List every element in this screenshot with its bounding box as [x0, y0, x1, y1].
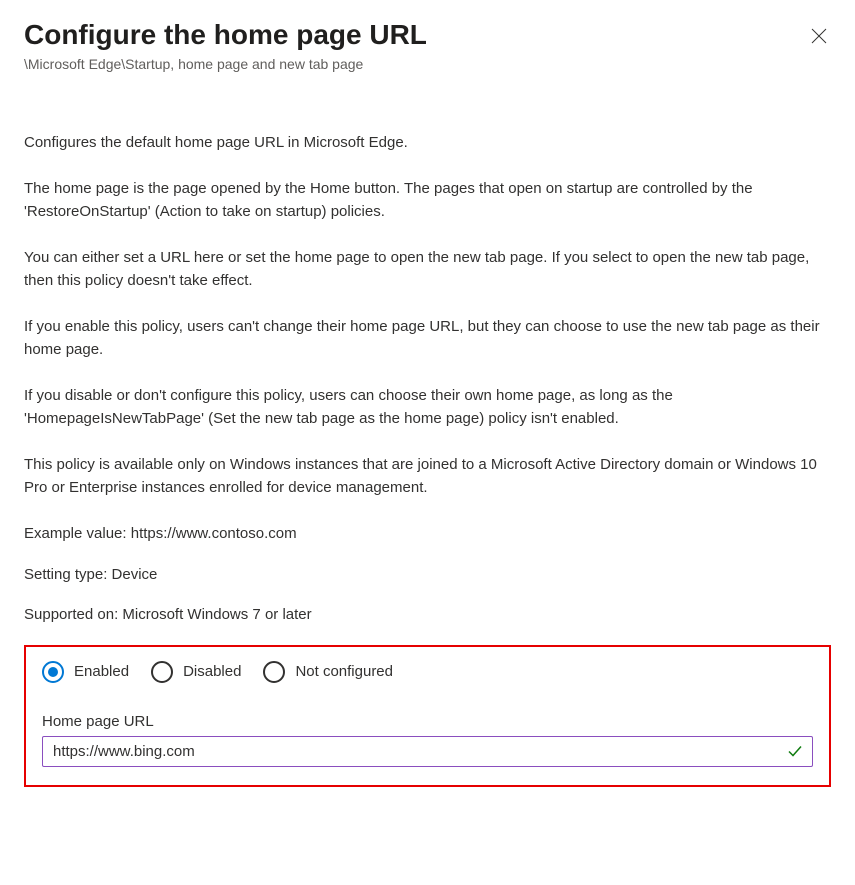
close-button[interactable] — [807, 24, 831, 51]
home-page-url-input-wrapper — [42, 736, 813, 767]
home-page-url-input[interactable] — [42, 736, 813, 767]
radio-not-configured[interactable]: Not configured — [263, 661, 393, 683]
example-value: Example value: https://www.contoso.com — [24, 523, 831, 546]
policy-state-radio-group: Enabled Disabled Not configured — [42, 661, 813, 683]
description-paragraph: This policy is available only on Windows… — [24, 454, 831, 499]
radio-label: Enabled — [74, 663, 129, 680]
page-title: Configure the home page URL — [24, 18, 427, 52]
radio-icon — [42, 661, 64, 683]
description-paragraph: The home page is the page opened by the … — [24, 178, 831, 223]
home-page-url-label: Home page URL — [42, 713, 813, 730]
setting-type: Setting type: Device — [24, 564, 831, 587]
description-paragraph: You can either set a URL here or set the… — [24, 247, 831, 292]
radio-label: Not configured — [295, 663, 393, 680]
breadcrumb: \Microsoft Edge\Startup, home page and n… — [24, 56, 831, 72]
description-paragraph: If you enable this policy, users can't c… — [24, 316, 831, 361]
radio-disabled[interactable]: Disabled — [151, 661, 241, 683]
close-icon — [811, 28, 827, 44]
radio-icon — [151, 661, 173, 683]
radio-dot-icon — [48, 667, 58, 677]
supported-on: Supported on: Microsoft Windows 7 or lat… — [24, 604, 831, 627]
description-section: Configures the default home page URL in … — [24, 132, 831, 627]
radio-icon — [263, 661, 285, 683]
checkmark-icon — [787, 743, 803, 759]
description-paragraph: Configures the default home page URL in … — [24, 132, 831, 155]
radio-enabled[interactable]: Enabled — [42, 661, 129, 683]
description-paragraph: If you disable or don't configure this p… — [24, 385, 831, 430]
radio-label: Disabled — [183, 663, 241, 680]
configuration-box: Enabled Disabled Not configured Home pag… — [24, 645, 831, 787]
